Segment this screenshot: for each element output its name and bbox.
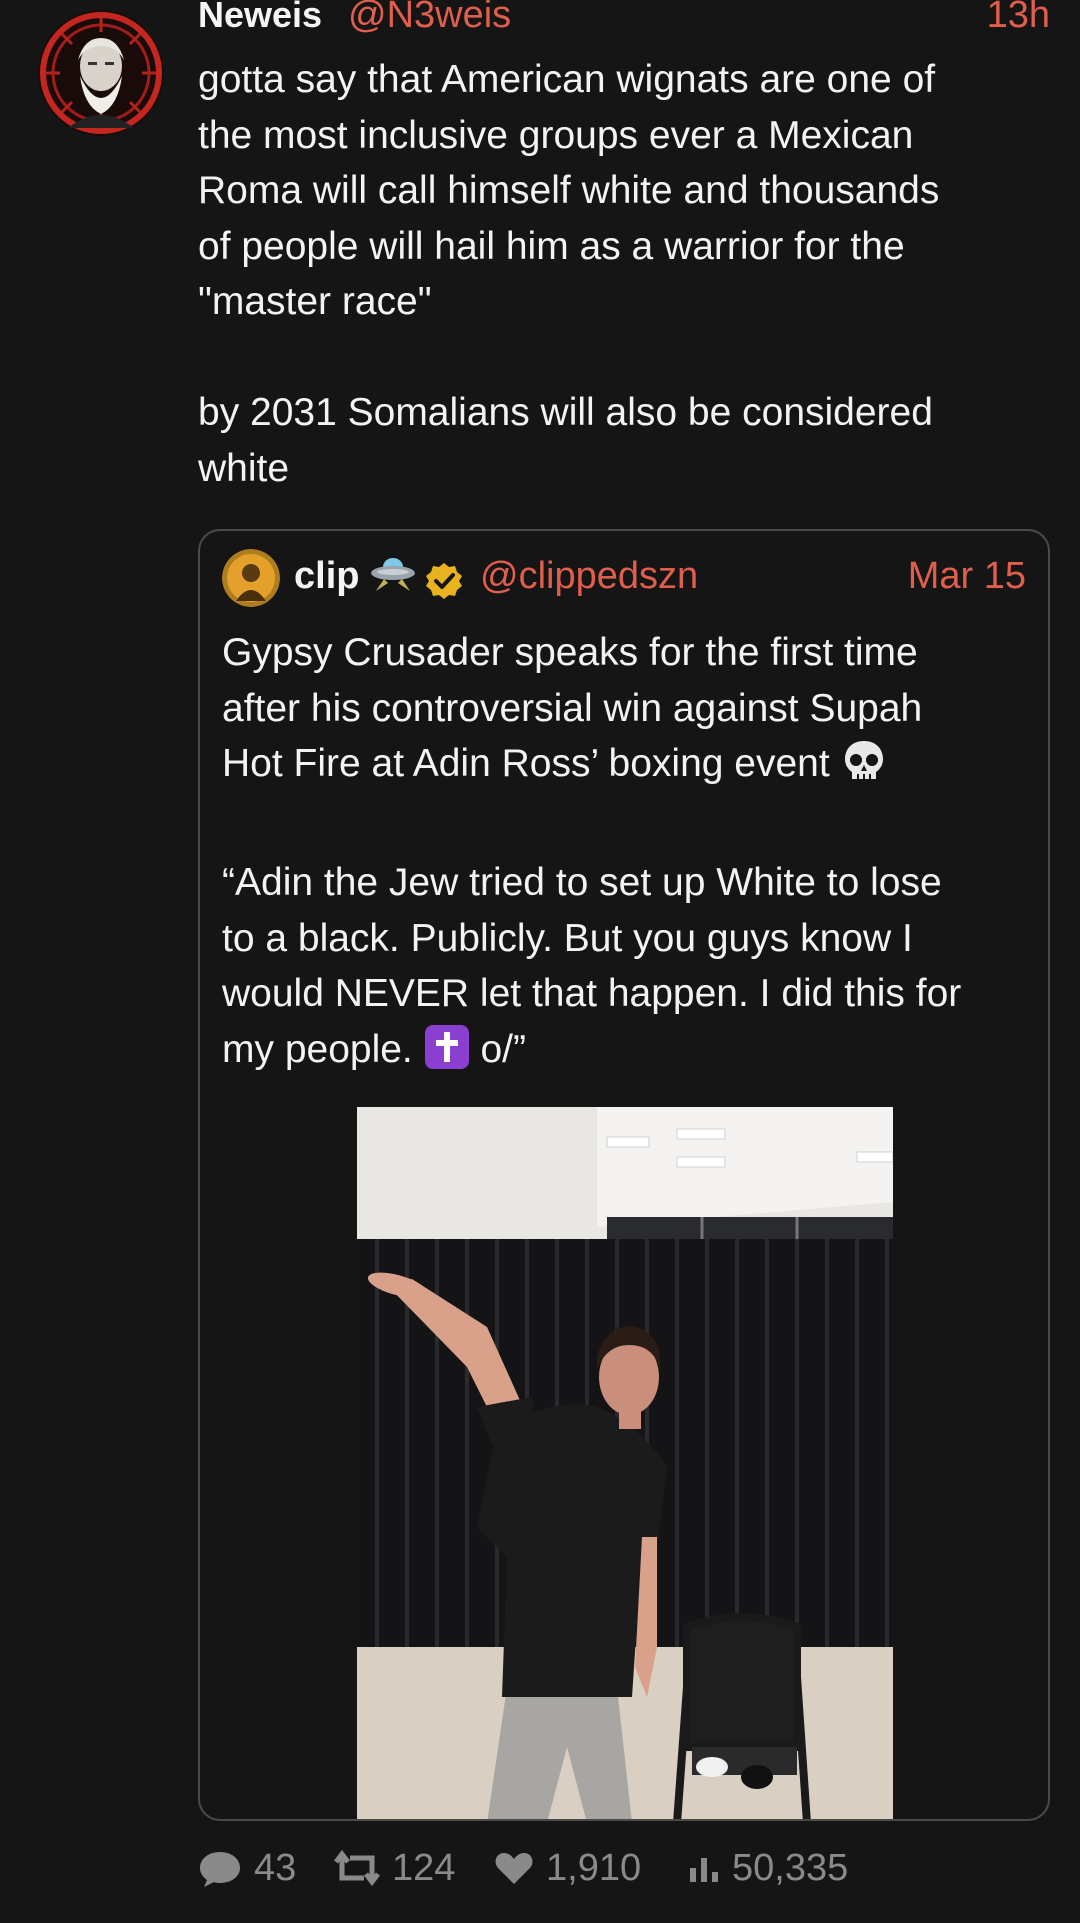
like-count: 1,910 [546, 1846, 642, 1889]
bar-chart-icon [690, 1858, 718, 1882]
post-time[interactable]: 13h [987, 0, 1050, 37]
quoted-text: Gypsy Crusader speaks for the first time… [222, 625, 1032, 1085]
views-button[interactable]: 50,335 [688, 1842, 848, 1894]
speech-bubble-icon [200, 1852, 240, 1887]
latin-cross-icon [424, 1024, 470, 1086]
reply-button[interactable]: 43 [198, 1842, 296, 1894]
reply-count: 43 [254, 1846, 297, 1889]
engagement-bar: 43 124 1,910 50,335 [198, 1842, 1058, 1894]
photo-of-man-raising-arm-icon [357, 1107, 894, 1819]
repost-count: 124 [392, 1846, 456, 1889]
author-display-name[interactable]: Neweis [198, 0, 322, 36]
skull-icon [841, 738, 887, 800]
post-text: gotta say that American wignats are one … [198, 58, 940, 490]
heart-icon [495, 1853, 533, 1884]
flying-saucer-icon [370, 553, 416, 598]
quoted-media-photo[interactable] [357, 1107, 894, 1819]
quoted-text-part1: Gypsy Crusader speaks for the first time… [222, 631, 923, 785]
repost-arrows-icon [334, 1849, 380, 1887]
quoted-handle[interactable]: @clippedszn [480, 555, 698, 598]
quoted-display-name[interactable]: clip [294, 555, 359, 598]
quoted-author-avatar[interactable] [222, 549, 280, 607]
repost-button[interactable]: 124 [334, 1842, 455, 1894]
quoted-text-part3: o/” [469, 1027, 526, 1071]
quoted-text-part2: “Adin the Jew tried to set up White to l… [222, 861, 962, 1071]
quoted-post-card[interactable]: clip @clippedszn Mar 15 Gypsy Crusader s… [198, 529, 1050, 1821]
post-header: Neweis @N3weis 13h [198, 0, 1050, 44]
verified-badge-icon [424, 561, 464, 606]
views-count: 50,335 [732, 1846, 849, 1889]
golden-figure-avatar-icon [222, 549, 280, 607]
like-button[interactable]: 1,910 [494, 1842, 641, 1894]
author-handle[interactable]: @N3weis [348, 0, 511, 37]
quoted-date[interactable]: Mar 15 [908, 555, 1026, 598]
author-avatar[interactable] [38, 10, 164, 136]
bearded-man-portrait-icon [38, 10, 164, 136]
